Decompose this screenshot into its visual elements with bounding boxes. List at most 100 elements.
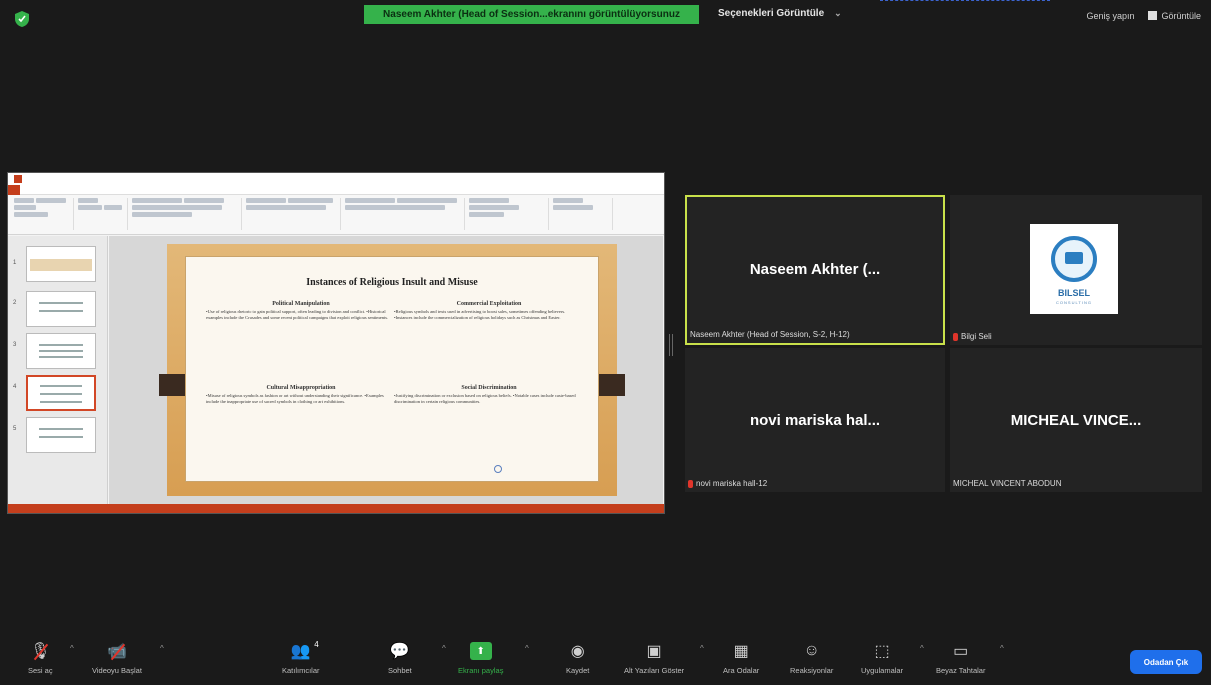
slide-block-social: Social Discrimination •Justifying discri…	[394, 385, 584, 405]
block-heading: Cultural Misappropriation	[266, 385, 336, 391]
record-button[interactable]: ◉ Kaydet	[566, 640, 589, 675]
breakout-rooms-label: Ara Odalar	[723, 666, 760, 675]
start-video-label: Videoyu Başlat	[92, 666, 142, 675]
reactions-button[interactable]: ☺ Reaksiyonlar	[790, 640, 833, 675]
block-text: •Justifying discrimination or exclusion …	[394, 393, 576, 404]
ribbon-group-arrange	[469, 198, 549, 230]
ribbon-group-editing	[553, 198, 613, 230]
slide-block-cultural: Cultural Misappropriation •Misuse of rel…	[206, 385, 396, 405]
meeting-toolbar: 🎙 Sesi aç ^ 📹 Videoyu Başlat ^ 👥4 Katılı…	[0, 636, 1211, 685]
participant-display-name: Naseem Akhter (...	[749, 261, 881, 278]
slide-side-tab-left	[159, 374, 185, 396]
ribbon-group-clipboard	[14, 198, 74, 230]
bilsel-logo-icon	[1051, 236, 1097, 282]
slide-thumbnail[interactable]	[26, 291, 96, 327]
slide-thumbnail-active[interactable]	[26, 375, 96, 411]
exit-fullscreen-button[interactable]: Geniş yapın	[1086, 11, 1134, 21]
ribbon-group-font	[132, 198, 242, 230]
chevron-up-icon[interactable]: ^	[1000, 644, 1004, 653]
chevron-up-icon[interactable]: ^	[442, 644, 446, 653]
chevron-up-icon[interactable]: ^	[525, 644, 529, 653]
start-video-button[interactable]: 📹 Videoyu Başlat	[92, 640, 142, 675]
powerpoint-icon	[14, 175, 22, 183]
block-heading: Political Manipulation	[272, 301, 330, 307]
thumb-number: 2	[13, 300, 17, 306]
apps-label: Uygulamalar	[861, 666, 904, 675]
layout-splitter-handle[interactable]	[669, 334, 673, 356]
logo-text: BILSEL	[1057, 288, 1090, 298]
video-off-icon: 📹	[107, 640, 127, 662]
apps-icon: ⬚	[874, 643, 890, 660]
ribbon-group-slides	[78, 198, 128, 230]
breakout-rooms-icon: ▦	[733, 643, 749, 660]
participant-label-text: Bilgi Seli	[961, 332, 992, 341]
whiteboards-button[interactable]: ▭ Beyaz Tahtalar	[936, 640, 985, 675]
participant-display-name: MICHEAL VINCE...	[1010, 412, 1142, 429]
thumb-number: 3	[13, 342, 17, 348]
chevron-up-icon[interactable]: ^	[700, 644, 704, 653]
block-heading: Social Discrimination	[461, 385, 517, 391]
participant-tile-active-speaker[interactable]: Naseem Akhter (... Naseem Akhter (Head o…	[685, 195, 945, 345]
leave-meeting-button[interactable]: Odadan Çık	[1130, 650, 1202, 674]
participant-tile-novi[interactable]: novi mariska hal... novi mariska hall-12	[685, 348, 945, 492]
share-screen-button[interactable]: ⬆ Ekranı paylaş	[458, 640, 503, 675]
block-text: •Use of religious rhetoric to gain polit…	[206, 309, 389, 320]
unmute-button[interactable]: 🎙 Sesi aç	[28, 640, 53, 675]
slide-side-tab-right	[599, 374, 625, 396]
mic-muted-icon	[688, 479, 693, 488]
chevron-up-icon[interactable]: ^	[70, 644, 74, 653]
share-screen-label: Ekranı paylaş	[458, 666, 504, 675]
slide-block-political: Political Manipulation •Use of religious…	[206, 301, 396, 321]
reactions-icon: ☺	[803, 642, 820, 659]
reactions-label: Reaksiyonlar	[790, 666, 834, 675]
captions-label: Alt Yazıları Göster	[624, 666, 685, 675]
thumb-number: 5	[13, 426, 17, 432]
share-screen-icon: ⬆	[469, 640, 492, 662]
current-slide: Instances of Religious Insult and Misuse…	[159, 244, 625, 496]
zoom-meeting-window: Naseem Akhter (Head of Session...ekranın…	[0, 0, 1211, 685]
whiteboard-icon: ▭	[953, 643, 969, 660]
screen-share-banner: Naseem Akhter (Head of Session...ekranın…	[364, 5, 699, 24]
ppt-title-bar	[8, 173, 664, 185]
microphone-muted-icon: 🎙	[30, 640, 50, 662]
chat-button[interactable]: 💬 Sohbet	[388, 640, 412, 675]
dashed-overlay-line	[880, 0, 1050, 2]
chevron-up-icon[interactable]: ^	[160, 644, 164, 653]
participants-icon: 👥 4	[290, 640, 319, 660]
grid-view-icon	[1148, 11, 1158, 20]
top-right-controls: Geniş yapın Görüntüle	[1086, 11, 1201, 21]
participant-name-label: MICHEAL VINCENT ABODUN	[953, 479, 1061, 488]
participant-label-text: MICHEAL VINCENT ABODUN	[953, 479, 1062, 488]
participant-name-label: Bilgi Seli	[953, 332, 992, 341]
block-text: •Religious symbols and texts used in adv…	[394, 309, 566, 320]
slide-thumbnail[interactable]	[26, 417, 96, 453]
slide-thumbnail[interactable]	[26, 246, 96, 282]
chevron-down-icon: ⌄	[834, 8, 842, 18]
participant-tile-bilgi-seli[interactable]: BILSEL CONSULTING Bilgi Seli	[950, 195, 1202, 345]
view-button[interactable]: Görüntüle	[1148, 11, 1201, 21]
block-text: •Misuse of religious symbols as fashion …	[206, 393, 384, 404]
thumb-number: 1	[13, 260, 17, 266]
participants-button[interactable]: 👥 4 Katılımcılar	[282, 640, 320, 675]
slide-canvas: Instances of Religious Insult and Misuse…	[109, 236, 663, 506]
security-shield-icon[interactable]	[14, 10, 30, 28]
slide-thumbnail[interactable]	[26, 333, 96, 369]
breakout-rooms-button[interactable]: ▦ Ara Odalar	[723, 640, 759, 675]
view-options-menu[interactable]: Seçenekleri Görüntüle ⌄	[718, 8, 842, 19]
ppt-ribbon	[8, 195, 664, 235]
slide-content: Instances of Religious Insult and Misuse…	[185, 256, 599, 482]
slide-thumbnails-pane: 1 2 3 4 5	[8, 236, 108, 506]
ppt-file-tab	[8, 184, 20, 195]
chat-icon: 💬	[389, 643, 410, 660]
participant-name-label: novi mariska hall-12	[688, 479, 767, 488]
thumb-number: 4	[13, 384, 17, 390]
participant-tile-micheal[interactable]: MICHEAL VINCE... MICHEAL VINCENT ABODUN	[950, 348, 1202, 492]
participants-label: Katılımcılar	[282, 666, 320, 675]
captions-button[interactable]: ▣ Alt Yazıları Göster	[624, 640, 684, 675]
shared-screen: 1 2 3 4 5 Instances of Religious Insult …	[7, 172, 665, 514]
logo-subtext: CONSULTING	[1056, 300, 1092, 305]
chevron-up-icon[interactable]: ^	[920, 644, 924, 653]
apps-button[interactable]: ⬚ Uygulamalar	[861, 640, 903, 675]
ribbon-group-paragraph	[246, 198, 341, 230]
ppt-status-bar	[8, 504, 664, 513]
